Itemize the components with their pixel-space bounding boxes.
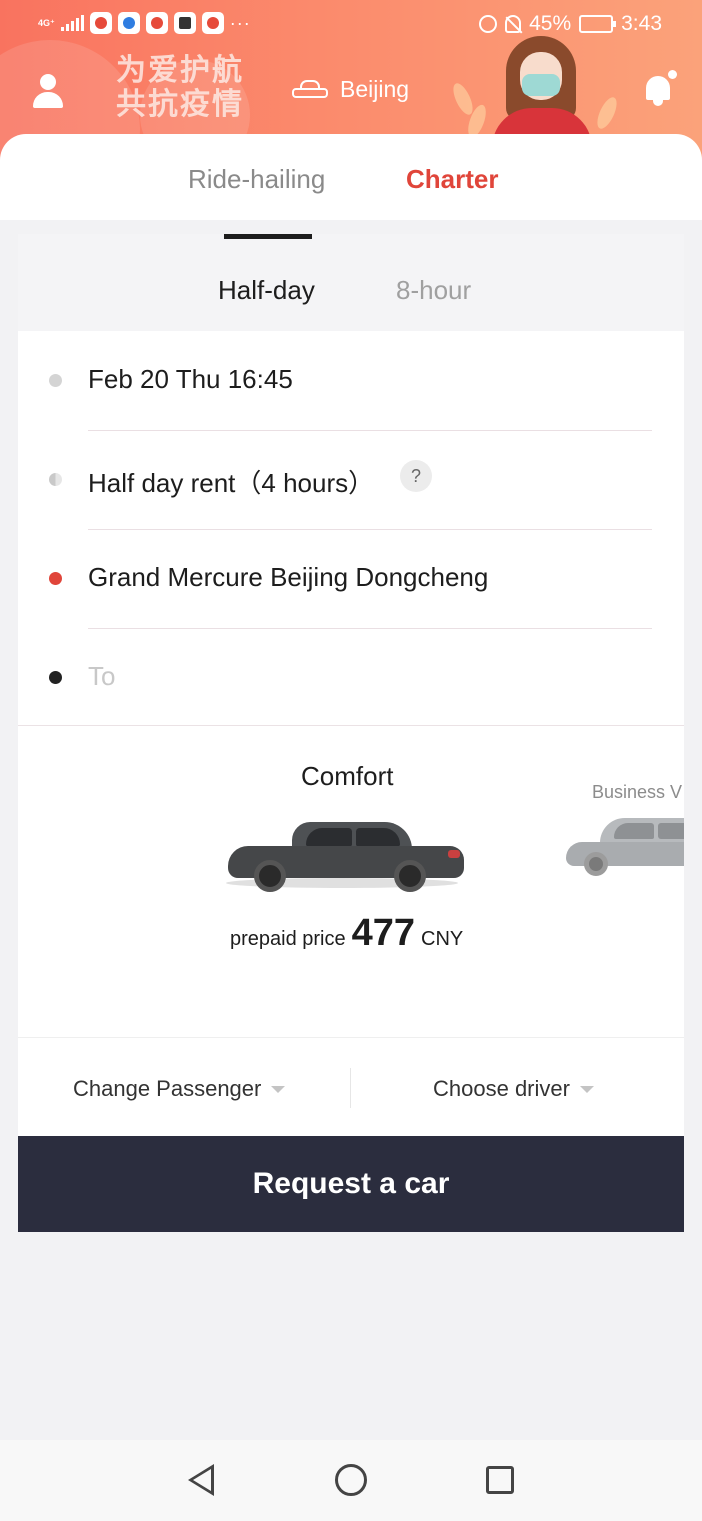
caret-down-icon <box>579 1085 594 1093</box>
destination-input[interactable]: To <box>88 661 115 692</box>
time-dot-icon <box>49 374 62 387</box>
network-label: 4G⁺ <box>38 17 55 28</box>
app-notification-icon <box>89 12 112 34</box>
app-notification-icon <box>145 12 168 34</box>
notification-dot <box>668 70 677 79</box>
options-divider <box>350 1068 351 1108</box>
destination-dot-icon <box>49 671 62 684</box>
pickup-row[interactable]: Grand Mercure Beijing Dongcheng <box>18 530 684 629</box>
rental-duration: Half day rent（4 hours） <box>88 468 375 498</box>
tab-ride-hailing[interactable]: Ride-hailing <box>188 164 325 195</box>
alarm-icon <box>479 15 498 33</box>
price-label: prepaid price <box>230 928 346 950</box>
vehicle-class-name[interactable]: Comfort <box>301 761 393 792</box>
vehicle-carousel[interactable]: Comfort Business V prepaid price 477 CNY <box>18 726 684 1038</box>
city-selector[interactable]: Beijing <box>292 76 409 103</box>
duration-row[interactable]: Half day rent（4 hours） ? <box>18 431 684 530</box>
recents-icon[interactable] <box>486 1466 514 1494</box>
pickup-location: Grand Mercure Beijing Dongcheng <box>88 562 489 592</box>
choose-driver-dropdown[interactable]: Choose driver <box>433 1076 594 1102</box>
battery-percent: 45% <box>529 12 572 35</box>
app-notification-icon <box>117 12 140 34</box>
duration-dot-icon <box>49 473 62 486</box>
status-right: 45% 3:43 <box>479 12 662 36</box>
user-icon[interactable] <box>33 74 63 108</box>
mascot-illustration <box>492 36 592 148</box>
leaf-decoration <box>593 94 621 132</box>
caret-down-icon <box>271 1085 286 1093</box>
active-tab-indicator <box>224 234 312 239</box>
main-tab-bar: Ride-hailing Charter <box>0 134 702 220</box>
request-car-button[interactable]: Request a car <box>18 1136 684 1232</box>
price-value: 477 <box>351 912 416 954</box>
choose-driver-label: Choose driver <box>433 1076 570 1101</box>
next-vehicle-class-name[interactable]: Business V <box>592 782 682 803</box>
clock: 3:43 <box>621 12 662 35</box>
bell-icon[interactable] <box>644 70 677 106</box>
tab-half-day[interactable]: Half-day <box>218 275 315 306</box>
pickup-datetime: Feb 20 Thu 16:45 <box>88 364 293 394</box>
tab-charter[interactable]: Charter <box>406 164 498 195</box>
datetime-row[interactable]: Feb 20 Thu 16:45 <box>18 332 684 431</box>
sub-tab-bar: Half-day 8-hour <box>18 234 684 331</box>
system-nav-bar <box>0 1440 702 1521</box>
home-icon[interactable] <box>335 1464 367 1496</box>
price-currency: CNY <box>421 928 464 950</box>
user-icon-head <box>40 74 56 90</box>
change-passenger-dropdown[interactable]: Change Passenger <box>73 1076 286 1102</box>
campaign-slogan: 为爱护航 共抗疫情 <box>116 54 244 121</box>
booking-options: Change Passenger Choose driver <box>18 1037 684 1137</box>
change-passenger-label: Change Passenger <box>73 1076 262 1101</box>
more-notifications: ··· <box>229 12 251 33</box>
business-van-image[interactable] <box>566 818 684 876</box>
signal-icon <box>60 15 84 31</box>
status-left: 4G⁺ ··· <box>38 12 251 34</box>
battery-icon <box>579 15 617 33</box>
mute-icon <box>505 15 522 33</box>
app-notification-icon <box>201 12 224 34</box>
car-icon <box>292 79 328 101</box>
price-display: prepaid price 477 CNY <box>230 912 463 955</box>
help-icon[interactable]: ? <box>400 460 432 492</box>
pickup-dot-icon <box>49 572 62 585</box>
city-name: Beijing <box>340 76 410 102</box>
booking-card: Half-day 8-hour Feb 20 Thu 16:45 Half da… <box>18 234 684 1137</box>
sedan-image[interactable] <box>228 822 464 892</box>
user-icon-body <box>33 92 63 108</box>
app-notification-icon <box>173 12 196 34</box>
status-bar: 4G⁺ ··· 45% 3:43 <box>0 8 702 40</box>
tab-8-hour[interactable]: 8-hour <box>396 275 471 306</box>
destination-row[interactable]: To <box>18 629 684 728</box>
back-icon[interactable] <box>188 1464 214 1496</box>
